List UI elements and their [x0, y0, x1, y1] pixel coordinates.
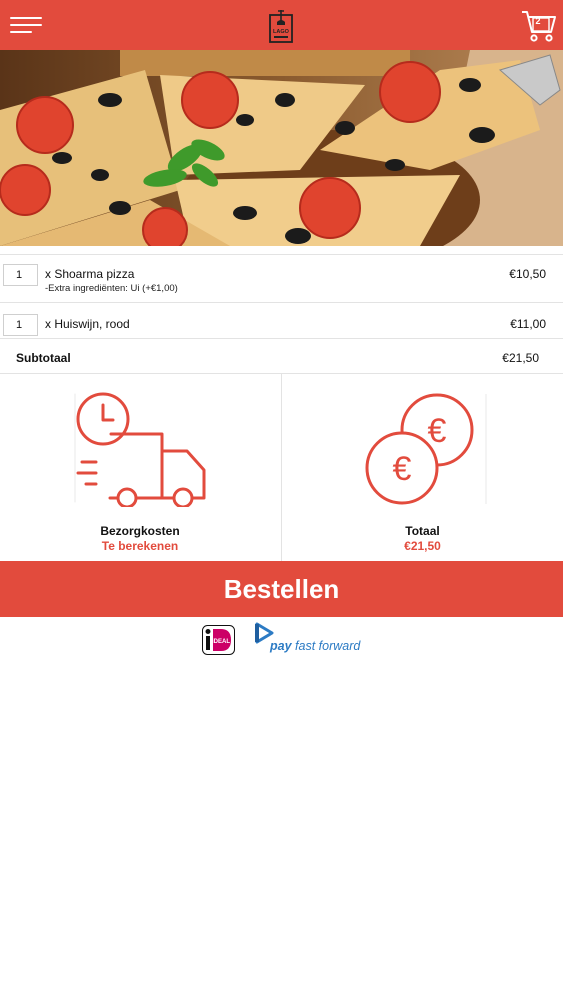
- pay-fast-forward-text: pay fast forward: [270, 639, 360, 653]
- total-label: Totaal: [405, 524, 440, 538]
- item-name: x Huiswijn, rood: [45, 317, 130, 331]
- delivery-panel: Bezorgkosten Te berekenen: [0, 374, 280, 561]
- payment-logos: iDEAL pay fast forward: [0, 620, 563, 660]
- hamburger-menu-icon[interactable]: [10, 14, 42, 36]
- order-list: x Shoarma pizza -Extra ingrediënten: Ui …: [0, 254, 563, 374]
- delivery-cost-value: Te berekenen: [101, 539, 179, 553]
- subtotal-row: Subtotaal €21,50: [0, 338, 563, 374]
- lago-logo[interactable]: LAGO: [268, 8, 294, 44]
- order-summary: Bezorgkosten Te berekenen € € Totaal €21…: [0, 374, 563, 561]
- pff-pay-text: pay: [270, 639, 292, 653]
- pff-rest-text: fast forward: [295, 639, 361, 653]
- top-bar: LAGO 2: [0, 0, 563, 50]
- euro-glyph: €: [428, 412, 447, 450]
- item-price: €10,50: [509, 267, 546, 281]
- quantity-input[interactable]: [3, 264, 38, 286]
- logo-text: LAGO: [273, 29, 290, 35]
- ideal-logo-text: iDEAL: [212, 639, 230, 645]
- quantity-input[interactable]: [3, 314, 38, 336]
- order-item-row: x Shoarma pizza -Extra ingrediënten: Ui …: [0, 254, 563, 302]
- subtotal-value: €21,50: [502, 351, 539, 365]
- total-value: €21,50: [404, 539, 441, 553]
- delivery-cost-label: Bezorgkosten: [100, 524, 180, 538]
- pay-fast-forward-logo: pay fast forward: [254, 622, 369, 654]
- item-price: €11,00: [510, 317, 546, 331]
- item-name: x Shoarma pizza: [45, 267, 135, 281]
- shopping-cart-icon[interactable]: 2: [520, 8, 558, 44]
- total-panel: € € Totaal €21,50: [282, 374, 563, 561]
- delivery-truck-clock-icon: [74, 392, 206, 507]
- order-button[interactable]: Bestellen: [0, 561, 563, 617]
- order-item-row: x Huiswijn, rood €11,00: [0, 302, 563, 338]
- euro-glyph: €: [393, 450, 412, 488]
- pizza-hero-image: [0, 50, 563, 246]
- euro-coins-icon: € €: [365, 393, 487, 505]
- item-extras: -Extra ingrediënten: Ui (+€1,00): [45, 283, 178, 294]
- ideal-logo: iDEAL: [202, 625, 235, 655]
- subtotal-label: Subtotaal: [16, 351, 71, 365]
